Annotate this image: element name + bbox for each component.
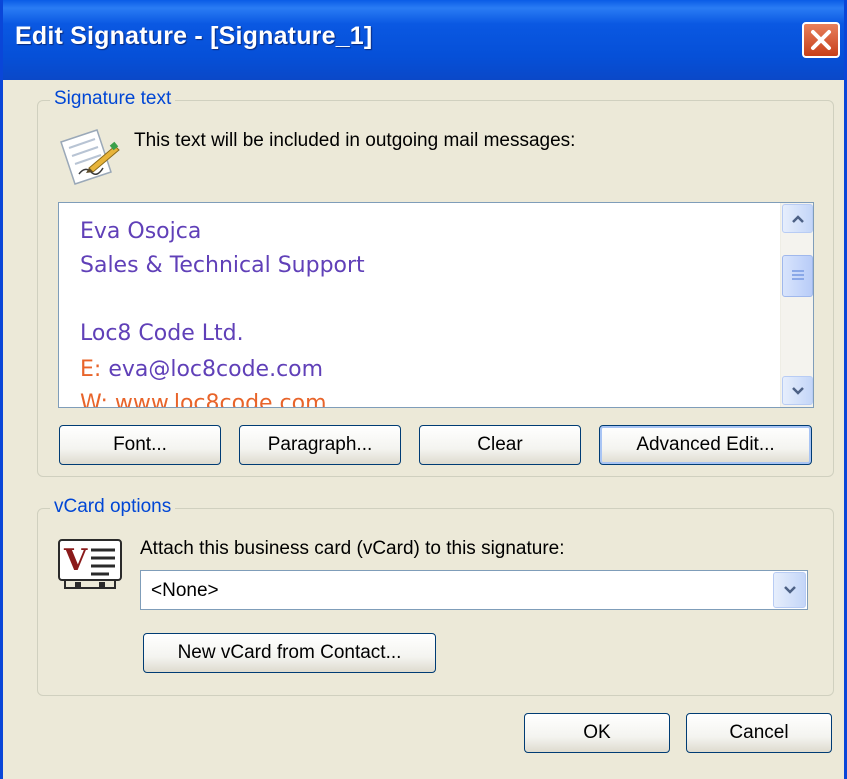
web-value: www.loc8code.com bbox=[114, 391, 327, 408]
signature-pen-icon bbox=[53, 124, 123, 186]
title-bar[interactable]: Edit Signature - [Signature_1] bbox=[3, 0, 844, 80]
scroll-down-button[interactable] bbox=[782, 376, 813, 405]
scroll-thumb[interactable] bbox=[782, 255, 813, 297]
edit-signature-dialog: Edit Signature - [Signature_1] Signature… bbox=[0, 0, 847, 779]
svg-text:V: V bbox=[63, 543, 88, 578]
email-value: eva@loc8code.com bbox=[108, 357, 324, 382]
signature-line-email: E: eva@loc8code.com bbox=[80, 357, 323, 382]
vcard-icon: V bbox=[55, 536, 125, 592]
signature-description: This text will be included in outgoing m… bbox=[134, 130, 576, 151]
window-title: Edit Signature - [Signature_1] bbox=[15, 22, 373, 50]
new-vcard-button[interactable]: New vCard from Contact... bbox=[143, 633, 436, 673]
signature-text-legend: Signature text bbox=[50, 88, 176, 110]
signature-line-name: Eva Osojca bbox=[80, 219, 202, 244]
ok-button[interactable]: OK bbox=[524, 713, 670, 753]
dropdown-arrow-icon bbox=[783, 586, 796, 594]
vcard-dropdown-button[interactable] bbox=[773, 572, 806, 608]
signature-line-title: Sales & Technical Support bbox=[80, 253, 365, 278]
attach-vcard-label: Attach this business card (vCard) to thi… bbox=[140, 538, 565, 559]
signature-line-web: W: www.loc8code.com bbox=[80, 391, 327, 408]
signature-line-company: Loc8 Code Ltd. bbox=[80, 321, 244, 346]
email-prefix: E: bbox=[80, 357, 102, 382]
close-icon bbox=[811, 30, 831, 50]
scroll-up-icon bbox=[791, 214, 804, 223]
vcard-select[interactable]: <None> bbox=[140, 570, 808, 610]
cancel-button[interactable]: Cancel bbox=[686, 713, 832, 753]
vcard-select-value: <None> bbox=[151, 580, 219, 601]
paragraph-button[interactable]: Paragraph... bbox=[239, 425, 401, 465]
signature-editor[interactable]: Eva Osojca Sales & Technical Support Loc… bbox=[58, 202, 814, 408]
editor-scrollbar[interactable] bbox=[780, 203, 813, 407]
vcard-options-legend: vCard options bbox=[50, 496, 176, 518]
scroll-up-button[interactable] bbox=[782, 204, 813, 233]
scroll-down-icon bbox=[791, 386, 804, 395]
close-button[interactable] bbox=[802, 22, 840, 58]
clear-button[interactable]: Clear bbox=[419, 425, 581, 465]
web-prefix: W: bbox=[80, 391, 108, 408]
font-button[interactable]: Font... bbox=[59, 425, 221, 465]
advanced-edit-button[interactable]: Advanced Edit... bbox=[599, 425, 812, 465]
